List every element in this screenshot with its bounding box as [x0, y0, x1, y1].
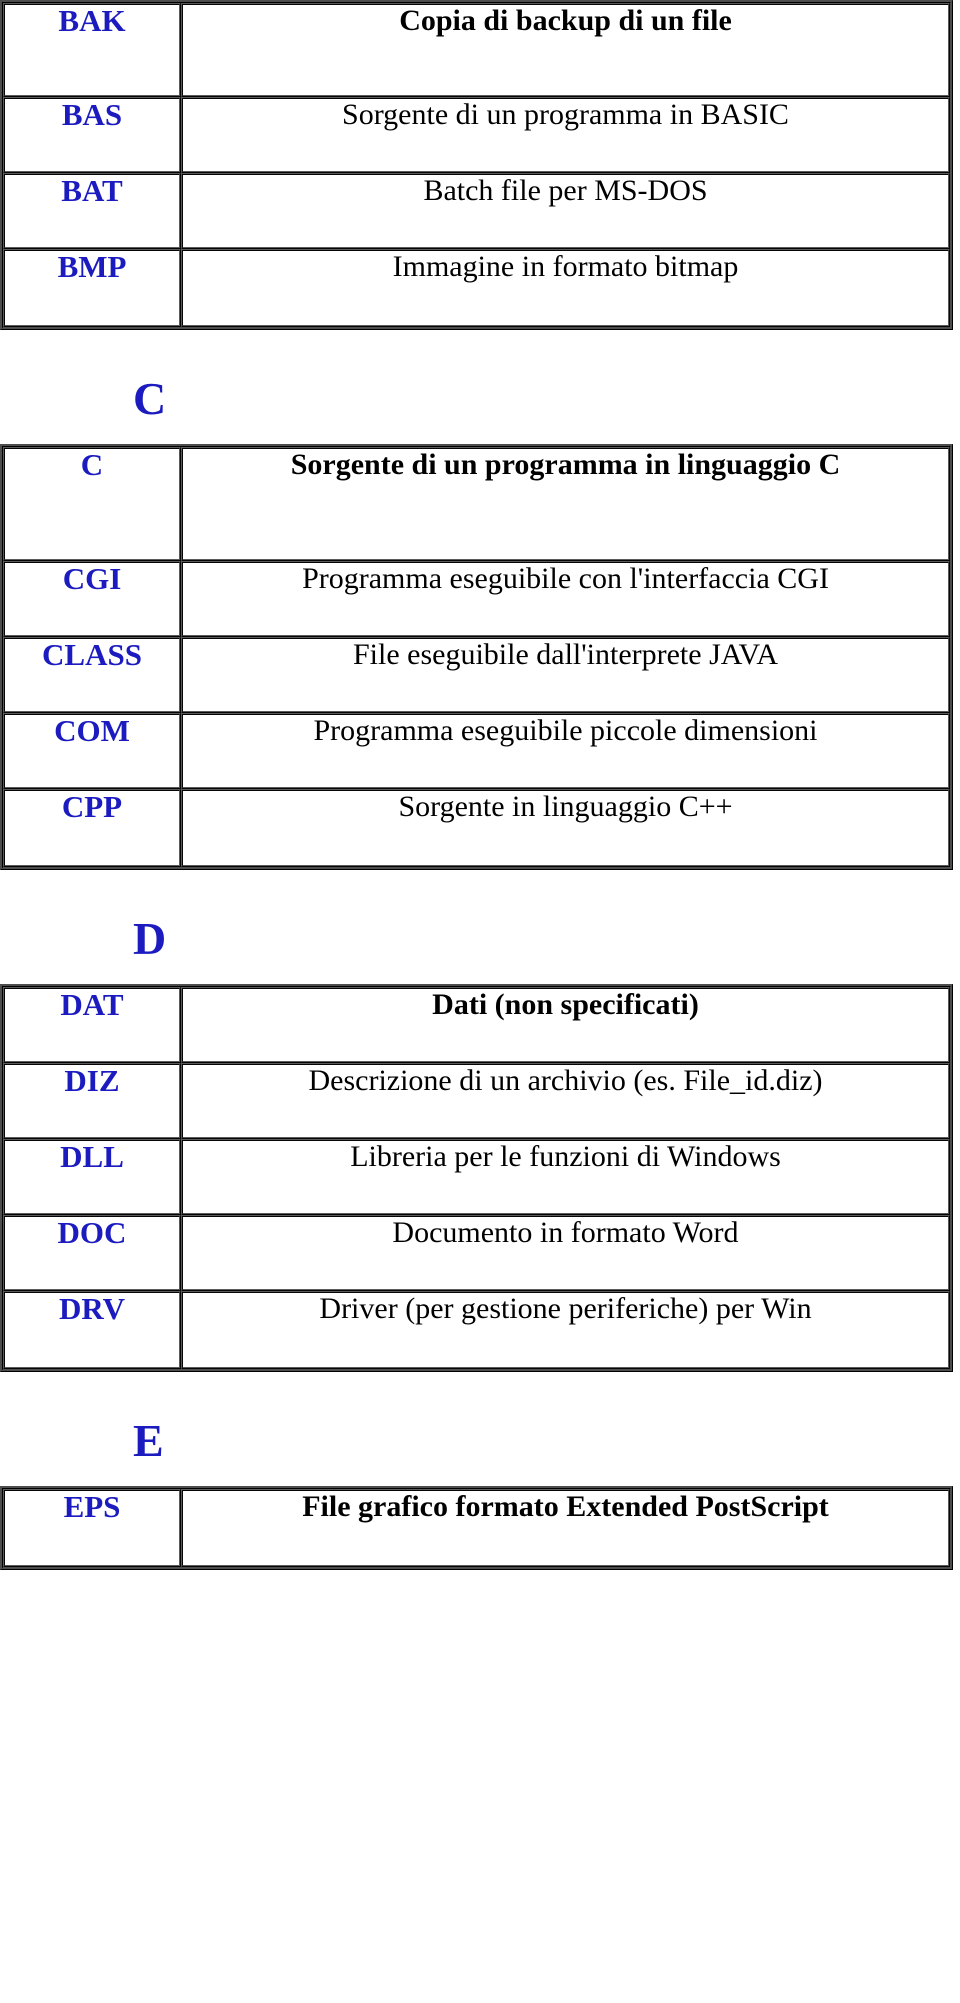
table-row: EPS File grafico formato Extended PostScr…	[3, 1489, 950, 1567]
extension-cell: DLL	[3, 1139, 181, 1215]
extension-table: C Sorgente di un programma in linguaggio …	[0, 444, 953, 870]
description-cell: Sorgente di un programma in linguaggio C	[181, 447, 950, 561]
extension-table: BAK Copia di backup di un file BAS Sorgente…	[0, 0, 953, 330]
extension-cell: DOC	[3, 1215, 181, 1291]
description-cell: File eseguibile dall'interprete JAVA	[181, 637, 950, 713]
section-letter-heading: E	[133, 1415, 164, 1466]
description-cell: Copia di backup di un file	[181, 3, 950, 97]
table-row: CPP Sorgente in linguaggio C++	[3, 789, 950, 867]
extension-table: EPS File grafico formato Extended PostScr…	[0, 1486, 953, 1570]
extension-cell: CLASS	[3, 637, 181, 713]
table-row: CGI Programma eseguibile con l'interfacci…	[3, 561, 950, 637]
extension-cell: DIZ	[3, 1063, 181, 1139]
description-cell: Programma eseguibile piccole dimensioni	[181, 713, 950, 789]
table-row: COM Programma eseguibile piccole dimensio…	[3, 713, 950, 789]
extension-cell: C	[3, 447, 181, 561]
table-row: C Sorgente di un programma in linguaggio …	[3, 447, 950, 561]
description-cell: Programma eseguibile con l'interfaccia C…	[181, 561, 950, 637]
extension-cell: DRV	[3, 1291, 181, 1369]
section-heading-gap	[0, 422, 960, 444]
table-row: DRV Driver (per gestione periferiche) per…	[3, 1291, 950, 1369]
description-cell: Documento in formato Word	[181, 1215, 950, 1291]
extension-cell: DAT	[3, 987, 181, 1063]
extension-cell: EPS	[3, 1489, 181, 1567]
extension-table: DAT Dati (non specificati) DIZ Descrizione …	[0, 984, 953, 1372]
description-cell: Batch file per MS-DOS	[181, 173, 950, 249]
table-row: DAT Dati (non specificati)	[3, 987, 950, 1063]
description-cell: Sorgente di un programma in BASIC	[181, 97, 950, 173]
extension-cell: CGI	[3, 561, 181, 637]
table-row: BAK Copia di backup di un file	[3, 3, 950, 97]
extension-glossary: BAK Copia di backup di un file BAS Sorgente…	[0, 0, 960, 1570]
table-row: DOC Documento in formato Word	[3, 1215, 950, 1291]
table-row: CLASS File eseguibile dall'interprete JAV…	[3, 637, 950, 713]
section-heading-gap	[0, 962, 960, 984]
table-row: BMP Immagine in formato bitmap	[3, 249, 950, 327]
extension-cell: BMP	[3, 249, 181, 327]
extension-cell: BAS	[3, 97, 181, 173]
description-cell: File grafico formato Extended PostScript	[181, 1489, 950, 1567]
table-row: BAT Batch file per MS-DOS	[3, 173, 950, 249]
table-row: DLL Libreria per le funzioni di Windows	[3, 1139, 950, 1215]
section-letter-heading: C	[133, 373, 167, 424]
description-cell: Immagine in formato bitmap	[181, 249, 950, 327]
extension-cell: COM	[3, 713, 181, 789]
description-cell: Driver (per gestione periferiche) per Wi…	[181, 1291, 950, 1369]
extension-cell: BAT	[3, 173, 181, 249]
description-cell: Sorgente in linguaggio C++	[181, 789, 950, 867]
description-cell: Descrizione di un archivio (es. File_id.…	[181, 1063, 950, 1139]
section-letter-heading: D	[133, 913, 167, 964]
page-root: BAK Copia di backup di un file BAS Sorgente…	[0, 0, 960, 1570]
description-cell: Dati (non specificati)	[181, 987, 950, 1063]
section-heading-gap	[0, 1464, 960, 1486]
extension-cell: BAK	[3, 3, 181, 97]
table-row: BAS Sorgente di un programma in BASIC	[3, 97, 950, 173]
table-row: DIZ Descrizione di un archivio (es. File_…	[3, 1063, 950, 1139]
extension-cell: CPP	[3, 789, 181, 867]
description-cell: Libreria per le funzioni di Windows	[181, 1139, 950, 1215]
